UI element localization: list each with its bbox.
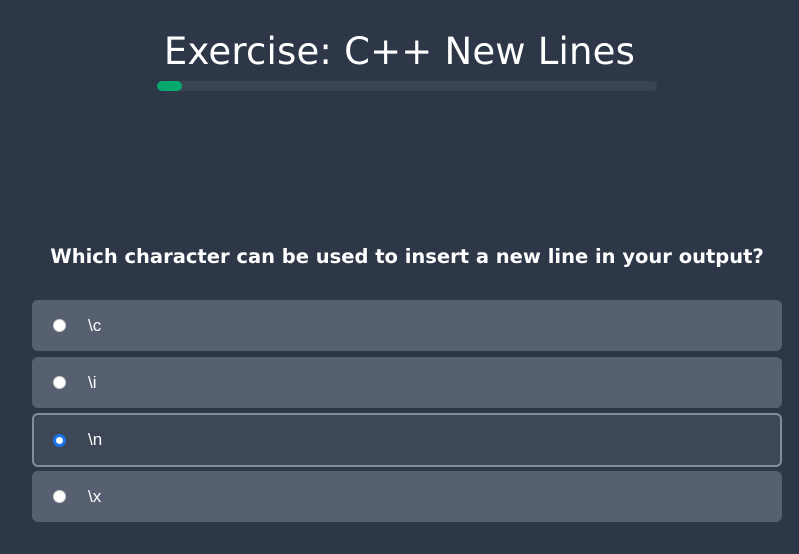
answer-option-3[interactable]: \n bbox=[32, 413, 782, 467]
answer-option-label: \i bbox=[88, 372, 97, 392]
question-text: Which character can be used to insert a … bbox=[50, 245, 764, 268]
answer-option-4[interactable]: \x bbox=[32, 471, 782, 522]
radio-button[interactable] bbox=[53, 319, 66, 332]
answer-options: \c \i \n \x bbox=[32, 300, 782, 528]
answer-option-label: \x bbox=[88, 486, 102, 506]
answer-option-1[interactable]: \c bbox=[32, 300, 782, 351]
progress-bar-fill bbox=[157, 81, 182, 91]
exercise-title: Exercise: C++ New Lines bbox=[163, 30, 636, 73]
answer-option-label: \c bbox=[88, 315, 102, 335]
radio-button[interactable] bbox=[53, 490, 66, 503]
radio-button[interactable] bbox=[53, 433, 66, 447]
progress-bar bbox=[157, 81, 657, 91]
radio-button[interactable] bbox=[53, 376, 66, 389]
answer-option-label: \n bbox=[88, 430, 103, 449]
answer-option-2[interactable]: \i bbox=[32, 357, 782, 408]
